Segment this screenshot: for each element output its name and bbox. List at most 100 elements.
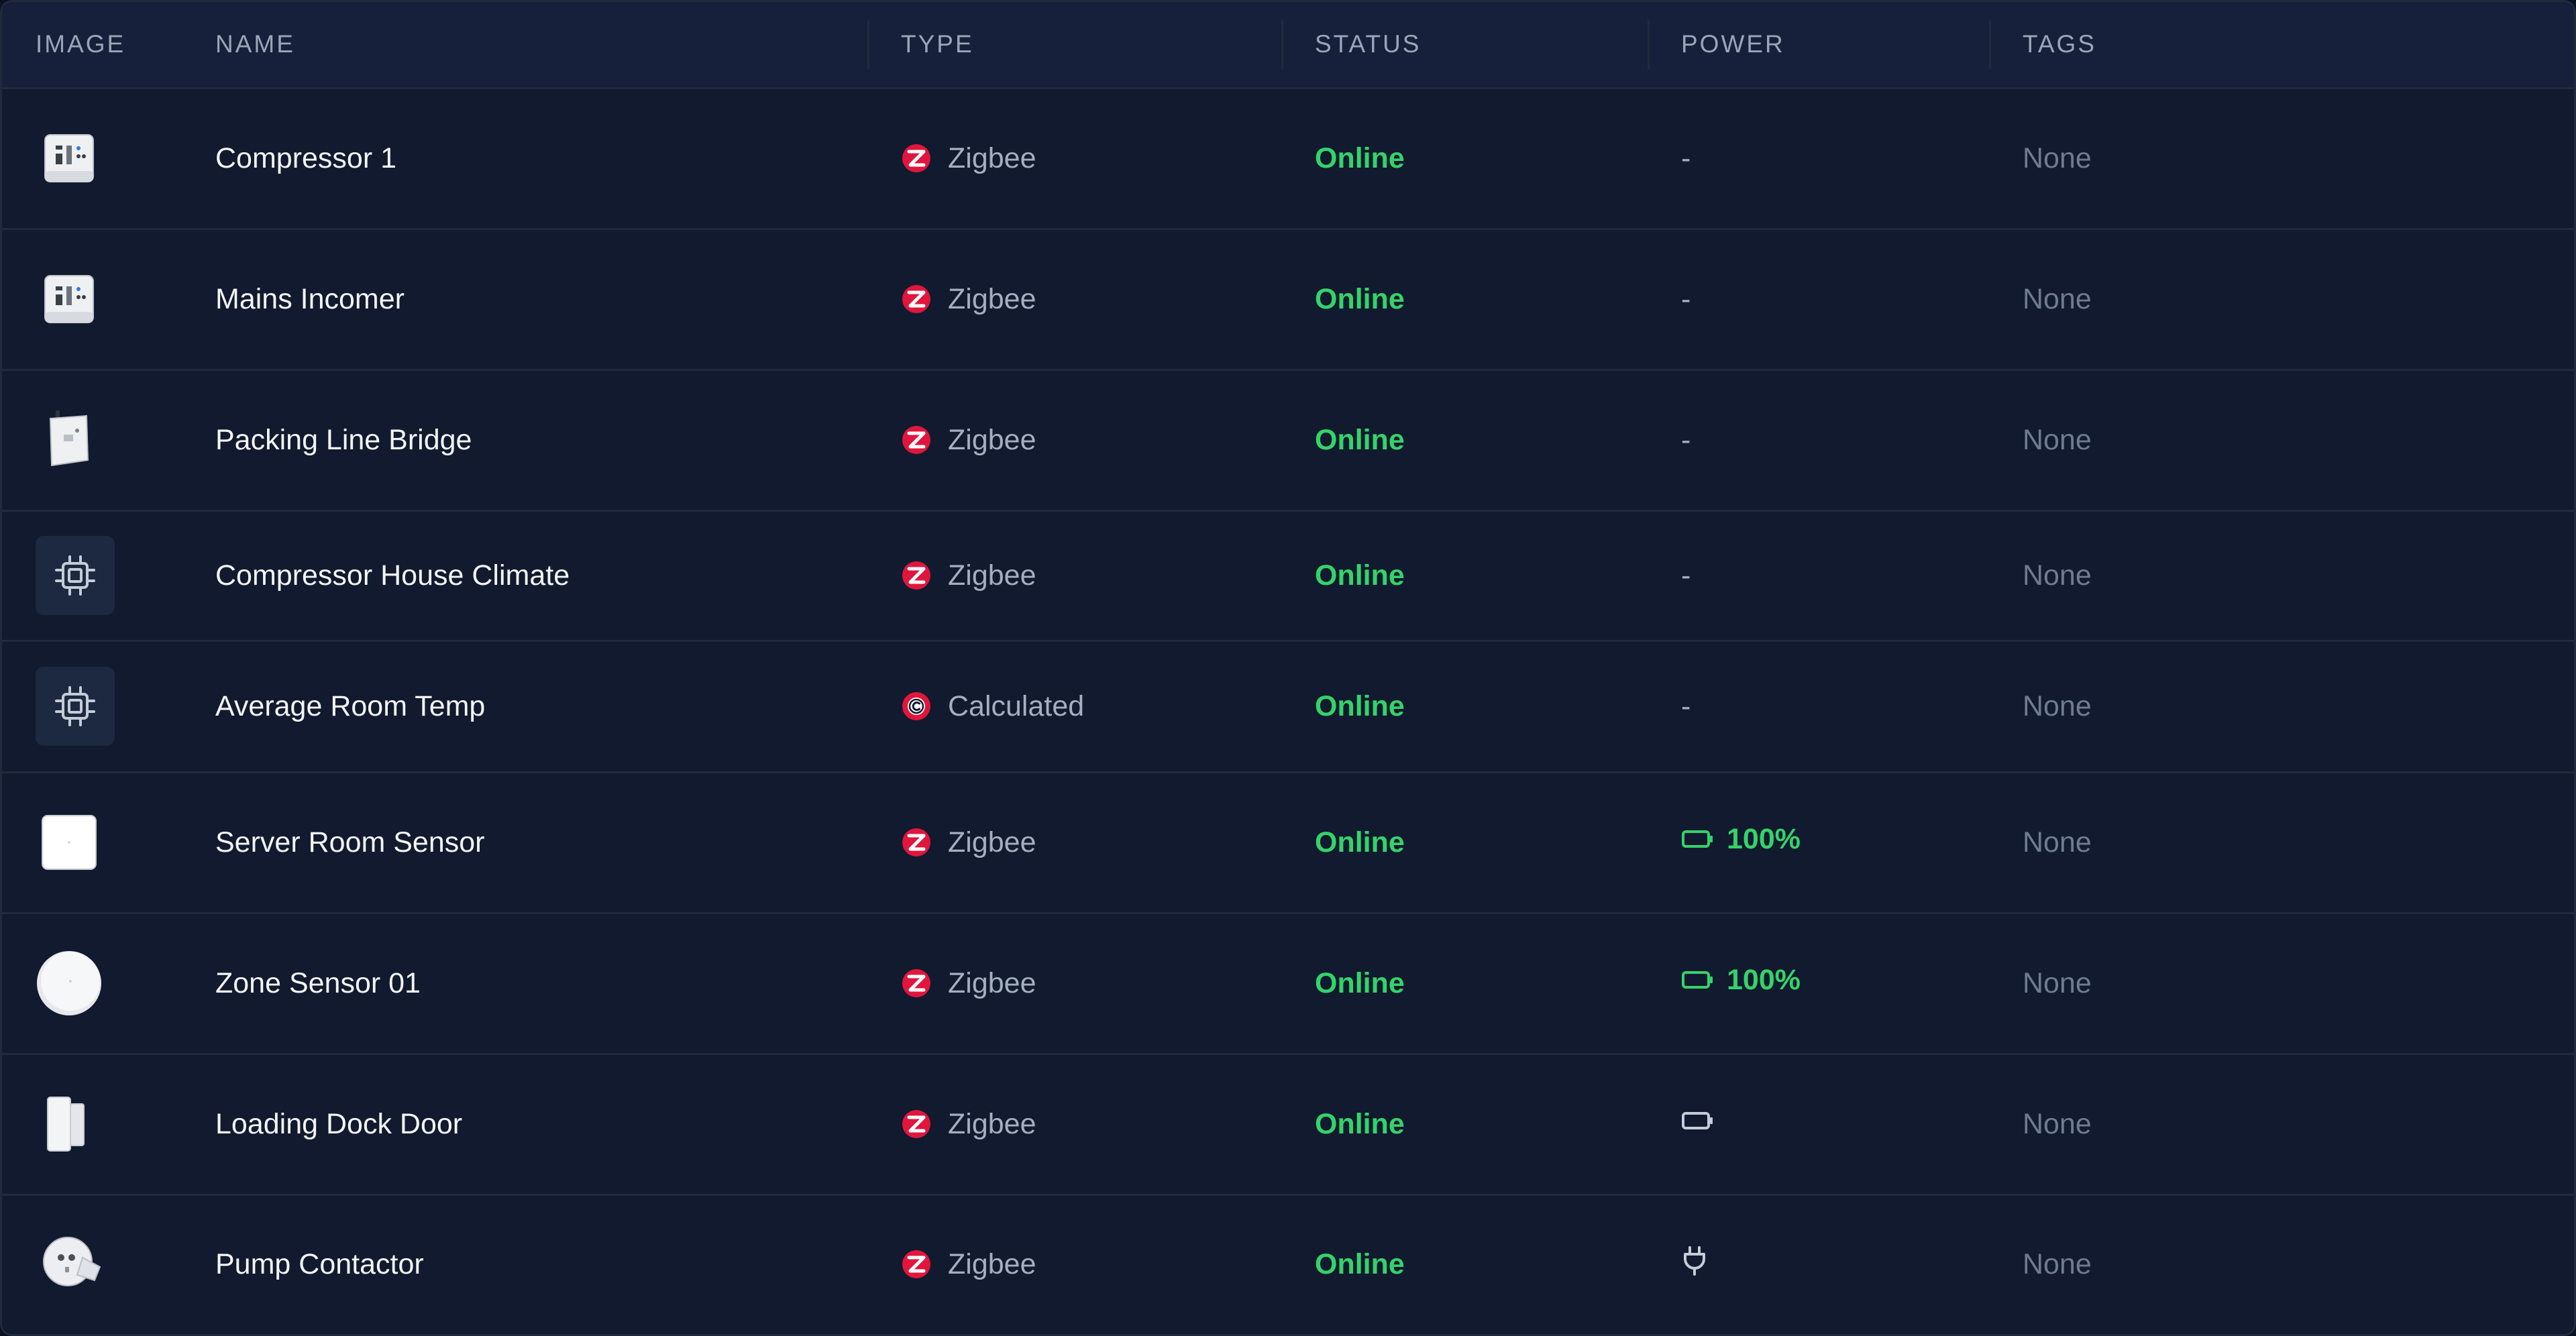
device-type: Zigbee: [901, 424, 1281, 457]
chip-icon: [36, 667, 115, 746]
zigbee-icon: [902, 285, 930, 313]
column-header-type[interactable]: TYPE: [867, 2, 1281, 89]
table-row[interactable]: Compressor 1 Zigbee Online - None: [2, 88, 2574, 229]
device-image-cell: [2, 913, 183, 1054]
zigbee-icon: [902, 144, 930, 172]
battery-percent: 100%: [1727, 822, 1801, 855]
power-value: -: [1681, 689, 1691, 722]
tags-value: None: [2023, 1107, 2092, 1140]
device-type-label: Zigbee: [948, 1247, 1036, 1280]
device-type-label: Calculated: [948, 689, 1085, 722]
round-sensor-device: [37, 951, 101, 1015]
power-value: -: [1681, 559, 1691, 592]
table-row[interactable]: Server Room Sensor Zigbee Online 100% No…: [2, 772, 2574, 913]
device-image-cell: [2, 510, 183, 641]
zigbee-icon: [902, 828, 930, 856]
device-name[interactable]: Mains Incomer: [183, 229, 867, 370]
power-value: -: [1681, 282, 1691, 315]
column-header-power[interactable]: POWER: [1648, 2, 1989, 89]
device-type-label: Zigbee: [948, 826, 1036, 858]
power-source: [1681, 1245, 1989, 1276]
status-badge: Online: [1315, 559, 1405, 592]
table-row[interactable]: Pump Contactor Zigbee Online None: [2, 1194, 2574, 1333]
battery-icon: [1682, 1112, 1713, 1129]
device-name[interactable]: Loading Dock Door: [183, 1054, 867, 1194]
battery-percent: 100%: [1727, 963, 1801, 996]
battery-status: [1681, 1109, 1989, 1132]
device-type: Zigbee: [901, 142, 1281, 175]
device-image-cell: [2, 370, 183, 510]
device-type-label: Zigbee: [948, 423, 1036, 456]
zigbee-icon: [902, 969, 930, 997]
device-image-cell: [2, 229, 183, 370]
device-image-cell: [2, 1054, 183, 1194]
status-badge: Online: [1315, 1107, 1405, 1140]
device-name[interactable]: Compressor 1: [183, 88, 867, 229]
device-image-cell: [2, 772, 183, 913]
plug-icon: [1684, 1246, 1705, 1276]
status-badge: Online: [1315, 423, 1405, 456]
chip-icon: [36, 536, 115, 615]
power-value: -: [1681, 423, 1691, 456]
table-row[interactable]: Compressor House Climate Zigbee Online -…: [2, 510, 2574, 641]
devices-table-panel: IMAGE NAME TYPE STATUS POWER TAGS Compre…: [0, 0, 2576, 1336]
device-name[interactable]: Average Room Temp: [183, 641, 867, 772]
tags-value: None: [2023, 689, 2092, 722]
device-type: Zigbee: [901, 1248, 1281, 1281]
battery-icon: [1682, 971, 1713, 989]
wall-switch-device: [49, 410, 89, 467]
column-header-status[interactable]: STATUS: [1281, 2, 1648, 89]
smart-plug-device: [43, 1237, 101, 1287]
device-type: Calculated: [901, 690, 1281, 723]
column-header-name[interactable]: NAME: [183, 2, 867, 89]
status-badge: Online: [1315, 142, 1405, 174]
device-name[interactable]: Zone Sensor 01: [183, 913, 867, 1054]
tags-value: None: [2023, 966, 2092, 999]
device-type: Zigbee: [901, 826, 1281, 859]
zigbee-icon: [902, 426, 930, 454]
device-type-label: Zigbee: [948, 142, 1036, 174]
calculated-icon: [902, 692, 930, 720]
table-row[interactable]: Average Room Temp Calculated Online - No…: [2, 641, 2574, 772]
zigbee-icon: [902, 1250, 930, 1279]
status-badge: Online: [1315, 689, 1405, 722]
device-name[interactable]: Compressor House Climate: [183, 510, 867, 641]
device-type-label: Zigbee: [948, 282, 1036, 315]
status-badge: Online: [1315, 282, 1405, 315]
tags-value: None: [2023, 423, 2092, 456]
square-sensor-device: [42, 815, 97, 870]
tags-value: None: [2023, 142, 2092, 174]
device-image-cell: [2, 1194, 183, 1333]
panel-meter-device: [44, 134, 94, 182]
battery-status: 100%: [1681, 964, 1989, 997]
device-type: Zigbee: [901, 283, 1281, 316]
device-name[interactable]: Server Room Sensor: [183, 772, 867, 913]
device-image-cell: [2, 88, 183, 229]
status-badge: Online: [1315, 1247, 1405, 1280]
column-header-image[interactable]: IMAGE: [2, 2, 183, 89]
table-header-row: IMAGE NAME TYPE STATUS POWER TAGS: [2, 2, 2574, 89]
door-sensor-device: [47, 1097, 85, 1152]
tags-value: None: [2023, 559, 2092, 592]
column-header-tags[interactable]: TAGS: [1989, 2, 2574, 89]
device-name[interactable]: Pump Contactor: [183, 1194, 867, 1333]
table-row[interactable]: Zone Sensor 01 Zigbee Online 100% None: [2, 913, 2574, 1054]
table-row[interactable]: Packing Line Bridge Zigbee Online - None: [2, 370, 2574, 510]
device-type: Zigbee: [901, 1108, 1281, 1141]
device-type: Zigbee: [901, 967, 1281, 1000]
tags-value: None: [2023, 826, 2092, 858]
panel-meter-device: [44, 275, 94, 323]
tags-value: None: [2023, 1247, 2092, 1280]
tags-value: None: [2023, 282, 2092, 315]
table-row[interactable]: Loading Dock Door Zigbee Online None: [2, 1054, 2574, 1194]
status-badge: Online: [1315, 966, 1405, 999]
device-type-label: Zigbee: [948, 559, 1036, 592]
device-name[interactable]: Packing Line Bridge: [183, 370, 867, 510]
zigbee-icon: [902, 1110, 930, 1138]
battery-icon: [1682, 830, 1713, 848]
power-value: -: [1681, 142, 1691, 174]
device-type-label: Zigbee: [948, 1107, 1036, 1140]
zigbee-icon: [902, 561, 930, 590]
device-type: Zigbee: [901, 559, 1281, 592]
table-row[interactable]: Mains Incomer Zigbee Online - None: [2, 229, 2574, 370]
